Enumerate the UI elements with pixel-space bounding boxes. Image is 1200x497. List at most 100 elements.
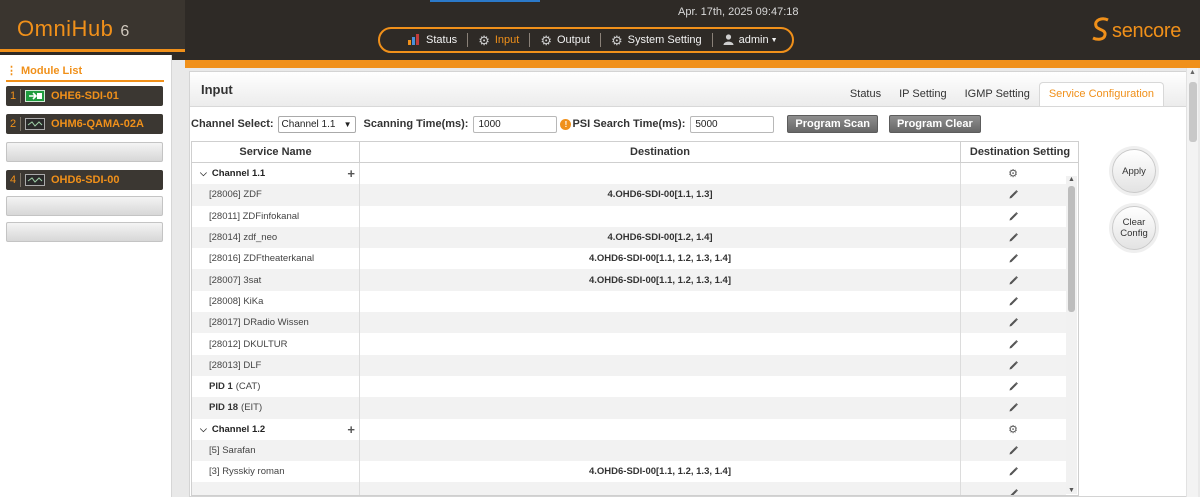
module-slot-6-empty[interactable]	[6, 222, 163, 242]
scanning-time-input[interactable]	[473, 115, 558, 133]
destination-cell: 4.OHD6-SDI-00[1.2, 1.4]	[360, 226, 961, 249]
service-name-cell: [28013] DLF	[192, 354, 360, 376]
module-slot-5-empty[interactable]	[6, 196, 163, 216]
pid-number: PID 18	[209, 402, 239, 414]
module-name: OHD6-SDI-00	[51, 174, 120, 186]
pencil-icon[interactable]	[1008, 317, 1019, 328]
table-row[interactable]: [28008] KiKa	[192, 290, 1066, 313]
table-row[interactable]: [28014] zdf_neo 4.OHD6-SDI-00[1.2, 1.4]	[192, 226, 1066, 249]
pencil-icon[interactable]	[1008, 466, 1019, 477]
nav-system-setting[interactable]: ⚙ System Setting	[611, 32, 702, 48]
pencil-icon[interactable]	[1008, 189, 1019, 200]
scroll-up-icon[interactable]: ▲	[1068, 176, 1075, 183]
module-name: OHM6-QAMA-02A	[51, 118, 144, 130]
tab-igmp-setting[interactable]: IGMP Setting	[956, 83, 1039, 106]
tab-bar: Status IP Setting IGMP Setting Service C…	[841, 82, 1164, 106]
table-row[interactable]: [28016] ZDFtheaterkanal 4.OHD6-SDI-00[1.1…	[192, 248, 1066, 270]
page-scrollbar-thumb[interactable]	[1189, 82, 1197, 142]
pencil-icon[interactable]	[1008, 253, 1019, 264]
table-row[interactable]: PID 18 (EIT)	[192, 397, 1066, 419]
destination-cell	[360, 418, 961, 440]
nav-status[interactable]: Status	[408, 34, 457, 46]
pencil-icon[interactable]	[1008, 381, 1019, 392]
nav-input[interactable]: ⚙ Input	[478, 34, 519, 47]
table-row[interactable]: [28007] 3sat 4.OHD6-SDI-00[1.1, 1.2, 1.3,…	[192, 269, 1066, 291]
scroll-down-icon[interactable]: ▼	[1068, 487, 1075, 494]
scrollbar-thumb[interactable]	[1068, 186, 1075, 312]
apply-button[interactable]: Apply	[1112, 149, 1156, 193]
tab-ip-setting[interactable]: IP Setting	[890, 83, 956, 106]
module-slot-2[interactable]: 2 OHM6-QAMA-02A	[6, 114, 163, 134]
service-name-cell: [28012] DKULTUR	[192, 333, 360, 355]
table-row[interactable]: [28013] DLF	[192, 354, 1066, 376]
module-number: 1	[9, 90, 17, 102]
pencil-icon[interactable]	[1008, 402, 1019, 413]
table-row[interactable]: [28011] ZDFinfokanal	[192, 205, 1066, 227]
channel-group-row[interactable]: ⌵ Channel 1.1 + ⚙	[192, 163, 1066, 185]
channel-select[interactable]: Channel 1.1 ▼	[277, 115, 356, 133]
table-row[interactable]: [28017] DRadio Wissen	[192, 312, 1066, 334]
table-row[interactable]: [28012] DKULTUR	[192, 333, 1066, 355]
channel-group-row[interactable]: ⌵ Channel 1.2 + ⚙	[192, 418, 1066, 440]
bar-chart-icon	[408, 34, 421, 46]
pencil-icon[interactable]	[1008, 445, 1019, 456]
chevron-down-icon[interactable]: ⌵	[200, 168, 207, 178]
table-row[interactable]: [28006] ZDF 4.OHD6-SDI-00[1.1, 1.3]	[192, 184, 1066, 206]
psi-search-time-input[interactable]	[690, 115, 775, 133]
service-name: [28008] KiKa	[209, 295, 264, 307]
table-row[interactable]: [5] Sarafan	[192, 439, 1066, 462]
destination-cell	[360, 482, 961, 495]
nav-user-menu[interactable]: admin ▼	[723, 34, 778, 46]
chevron-down-icon[interactable]: ⌵	[200, 424, 207, 434]
clear-config-label: Clear Config	[1120, 217, 1147, 239]
module-list-title: ⋮ Module List	[6, 64, 164, 82]
destination-cell	[360, 290, 961, 313]
pid-type: (CAT)	[235, 381, 261, 393]
caret-down-icon: ▼	[343, 119, 352, 129]
destination-cell	[360, 333, 961, 355]
page-scrollbar[interactable]: ▲	[1186, 68, 1198, 497]
datetime-display: Apr. 17th, 2025 09:47:18	[678, 6, 799, 18]
table-row[interactable]	[192, 482, 1066, 495]
pencil-icon[interactable]	[1008, 211, 1019, 222]
destination-cell	[360, 163, 961, 185]
destination-setting-cell: ⚙	[961, 419, 1065, 440]
gear-icon[interactable]: ⚙	[1008, 423, 1018, 436]
module-slot-3-empty[interactable]	[6, 142, 163, 162]
pencil-icon[interactable]	[1008, 488, 1019, 495]
table-row[interactable]: PID 1 (CAT)	[192, 375, 1066, 398]
input-module-icon	[25, 90, 45, 102]
module-slot-1[interactable]: 1 OHE6-SDI-01	[6, 86, 163, 106]
pencil-icon[interactable]	[1008, 275, 1019, 286]
service-name-cell: ⌵ Channel 1.1 +	[192, 163, 360, 185]
info-icon[interactable]: !	[560, 118, 572, 130]
psi-search-time-label: PSI Search Time(ms):	[572, 118, 686, 130]
module-slot-4[interactable]: 4 OHD6-SDI-00	[6, 170, 163, 190]
channel-select-value: Channel 1.1	[281, 118, 336, 130]
service-name-cell	[192, 482, 360, 495]
table-row[interactable]: [3] Rysskiy roman 4.OHD6-SDI-00[1.1, 1.2,…	[192, 461, 1066, 483]
tab-status[interactable]: Status	[841, 83, 890, 106]
add-icon[interactable]: +	[347, 422, 355, 437]
destination-setting-cell	[961, 227, 1065, 248]
pencil-icon[interactable]	[1008, 339, 1019, 350]
gear-icon: ⚙	[611, 32, 623, 48]
column-header-destination: Destination	[360, 142, 961, 162]
add-icon[interactable]: +	[347, 166, 355, 181]
service-name-cell: [28011] ZDFinfokanal	[192, 205, 360, 227]
service-name: [28012] DKULTUR	[209, 338, 288, 350]
service-name: [28011] ZDFinfokanal	[209, 210, 300, 222]
tab-service-configuration[interactable]: Service Configuration	[1038, 82, 1164, 106]
clear-config-button[interactable]: Clear Config	[1112, 206, 1156, 250]
destination-setting-cell	[961, 333, 1065, 354]
program-scan-button[interactable]: Program Scan	[787, 115, 878, 133]
table-scrollbar[interactable]: ▲ ▼	[1066, 176, 1077, 494]
scroll-up-icon[interactable]: ▲	[1189, 69, 1196, 76]
pencil-icon[interactable]	[1008, 360, 1019, 371]
pencil-icon[interactable]	[1008, 232, 1019, 243]
nav-output[interactable]: ⚙ Output	[540, 34, 590, 47]
gear-icon[interactable]: ⚙	[1008, 167, 1018, 180]
pencil-icon[interactable]	[1008, 296, 1019, 307]
program-clear-button[interactable]: Program Clear	[888, 115, 981, 133]
service-name: [28017] DRadio Wissen	[209, 317, 309, 329]
